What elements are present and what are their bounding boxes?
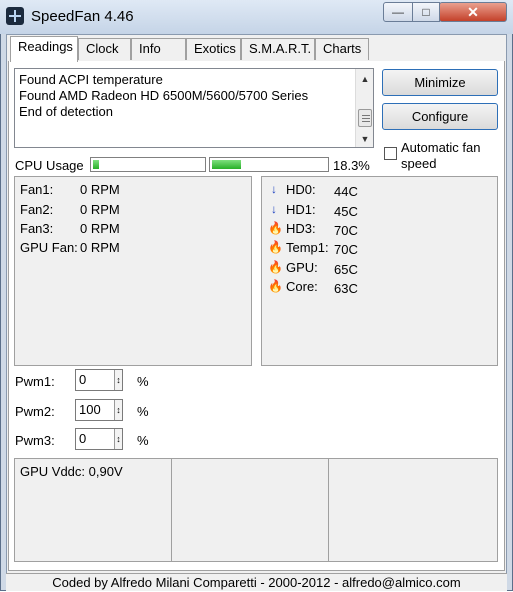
minimize-button[interactable]: Minimize: [382, 69, 498, 96]
cpu-usage-label: CPU Usage: [15, 158, 84, 173]
gpu-vddc-reading: GPU Vddc: 0,90V: [20, 464, 123, 479]
pwm2-value: 100: [79, 402, 101, 417]
temp-label: Temp1:: [286, 240, 329, 255]
tab-charts[interactable]: Charts: [315, 38, 369, 60]
log-line: Found AMD Radeon HD 6500M/5600/5700 Seri…: [19, 88, 309, 103]
pwm3-unit: %: [137, 433, 149, 448]
configure-button[interactable]: Configure: [382, 103, 498, 130]
flame-icon: 🔥: [268, 279, 283, 293]
fan2-label: Fan2:: [20, 202, 54, 217]
temperatures-group: ↓ HD0: 44C ↓ HD1: 45C 🔥 HD3: 70C 🔥 Temp1…: [261, 176, 498, 366]
minimize-window-button[interactable]: —: [383, 2, 413, 22]
temp-value: 45C: [334, 204, 358, 219]
tab-exotics[interactable]: Exotics: [186, 38, 241, 60]
arrow-down-icon: ↓: [271, 202, 277, 216]
temp-label: Core:: [286, 279, 318, 294]
scroll-thumb[interactable]: [358, 109, 372, 127]
fan2-value: 0 RPM: [80, 202, 120, 217]
temp-value: 70C: [334, 242, 358, 257]
temp-value: 63C: [334, 281, 358, 296]
flame-icon: 🔥: [268, 240, 283, 254]
log-line: Found ACPI temperature: [19, 72, 163, 87]
flame-icon: 🔥: [268, 260, 283, 274]
scroll-down-icon[interactable]: ▼: [356, 131, 374, 147]
cpu-usage-bar-1: [90, 157, 206, 172]
stepper-arrows-icon[interactable]: ↕: [114, 370, 122, 390]
pwm2-stepper[interactable]: 100 ↕: [75, 399, 123, 421]
flame-icon: 🔥: [268, 221, 283, 235]
fan3-label: Fan3:: [20, 221, 54, 236]
cpu-usage-bar-2-fill: [212, 160, 241, 169]
temp-label: HD1:: [286, 202, 316, 217]
pwm3-value: 0: [79, 431, 87, 446]
voltage-group-1: GPU Vddc: 0,90V: [14, 458, 172, 562]
pwm3-label: Pwm3:: [15, 433, 55, 448]
log-scrollbar[interactable]: ▲ ▼: [355, 69, 373, 147]
pwm2-label: Pwm2:: [15, 404, 55, 419]
arrow-down-icon: ↓: [271, 182, 277, 196]
voltage-group-2: [171, 458, 329, 562]
temp-label: GPU:: [286, 260, 318, 275]
temp-value: 65C: [334, 262, 358, 277]
speedfan-app-icon: [6, 7, 24, 25]
fans-group: Fan1: 0 RPM Fan2: 0 RPM Fan3: 0 RPM GPU …: [14, 176, 252, 366]
temp-label: HD0:: [286, 182, 316, 197]
automatic-fan-speed-checkbox[interactable]: [384, 147, 397, 160]
detection-log[interactable]: Found ACPI temperature Found AMD Radeon …: [14, 68, 374, 148]
gpu-fan-label: GPU Fan:: [20, 240, 78, 255]
pwm1-stepper[interactable]: 0 ↕: [75, 369, 123, 391]
close-window-button[interactable]: ✕: [439, 2, 507, 22]
pwm3-stepper[interactable]: 0 ↕: [75, 428, 123, 450]
cpu-usage-bar-1-fill: [93, 160, 99, 169]
pwm1-label: Pwm1:: [15, 374, 55, 389]
title-bar[interactable]: SpeedFan 4.46 — □ ✕: [0, 0, 513, 34]
tab-readings[interactable]: Readings: [10, 36, 78, 62]
pwm1-unit: %: [137, 374, 149, 389]
maximize-window-button[interactable]: □: [412, 2, 440, 22]
fan1-value: 0 RPM: [80, 182, 120, 197]
tab-info[interactable]: Info: [131, 38, 186, 60]
credits-footer: Coded by Alfredo Milani Comparetti - 200…: [6, 573, 507, 591]
cpu-usage-percent: 18.3%: [333, 158, 370, 173]
automatic-fan-speed-label: Automatic fan speed: [401, 140, 481, 171]
temp-value: 44C: [334, 184, 358, 199]
tab-smart[interactable]: S.M.A.R.T.: [241, 38, 315, 60]
cpu-usage-bar-2: [209, 157, 329, 172]
temp-label: HD3:: [286, 221, 316, 236]
fan1-label: Fan1:: [20, 182, 54, 197]
voltage-group-3: [328, 458, 498, 562]
tab-clock[interactable]: Clock: [78, 38, 131, 60]
temp-value: 70C: [334, 223, 358, 238]
stepper-arrows-icon[interactable]: ↕: [114, 400, 122, 420]
gpu-fan-value: 0 RPM: [80, 240, 120, 255]
stepper-arrows-icon[interactable]: ↕: [114, 429, 122, 449]
scroll-up-icon[interactable]: ▲: [356, 71, 374, 87]
pwm1-value: 0: [79, 372, 87, 387]
log-line: End of detection: [19, 104, 113, 119]
pwm2-unit: %: [137, 404, 149, 419]
fan3-value: 0 RPM: [80, 221, 120, 236]
window-title: SpeedFan 4.46: [31, 8, 134, 25]
